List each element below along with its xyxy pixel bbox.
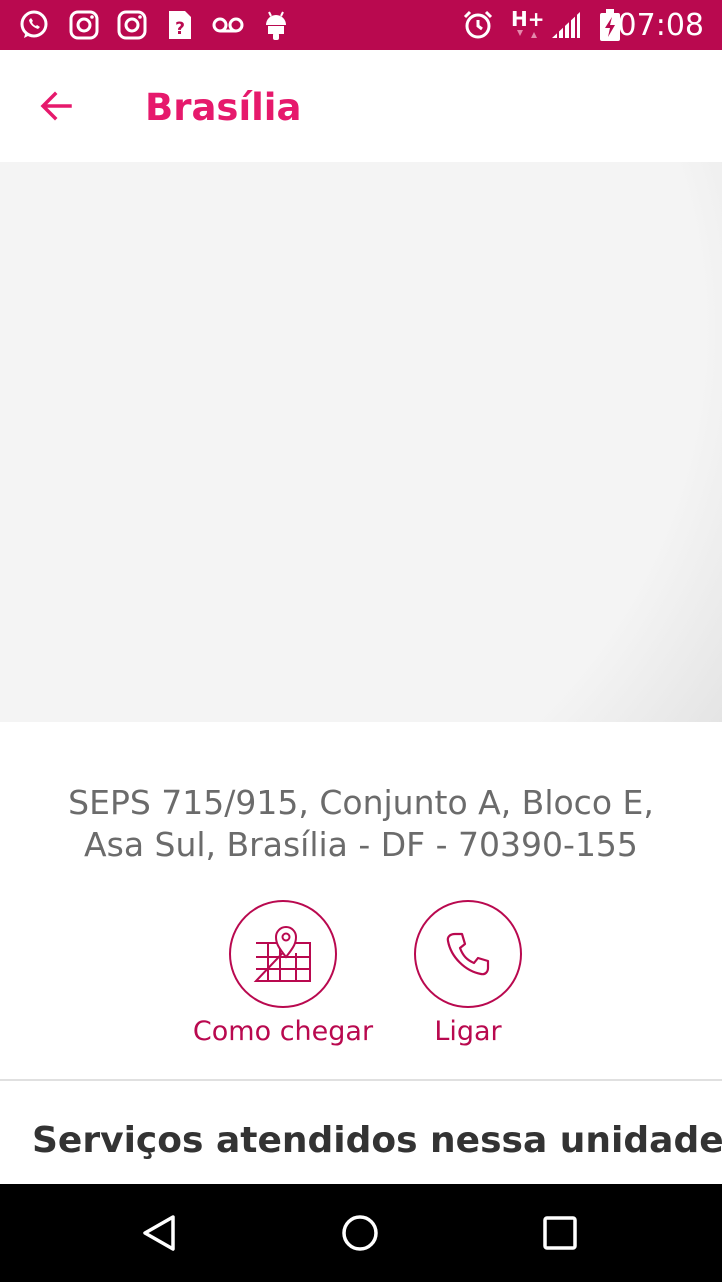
phone-icon [446, 932, 490, 976]
voicemail-icon [212, 9, 244, 41]
map-view[interactable] [0, 162, 722, 722]
signal-icon [550, 9, 582, 41]
sim-unknown-icon: ? [164, 9, 196, 41]
address-line-2: Asa Sul, Brasília - DF - 70390-155 [84, 825, 638, 864]
network-label: H+ [511, 8, 545, 31]
directions-circle [229, 900, 337, 1008]
arrow-back-icon [40, 91, 72, 121]
address-line-1: SEPS 715/915, Conjunto A, Bloco E, [68, 783, 654, 822]
status-bar: ? H+ 07:08 [0, 0, 722, 50]
call-button[interactable]: Ligar [398, 900, 538, 1047]
instagram-icon [116, 9, 148, 41]
recents-square-icon [543, 1216, 577, 1250]
alarm-icon [462, 9, 494, 41]
nav-home-button[interactable] [335, 1208, 385, 1258]
nav-recents-button[interactable] [535, 1208, 585, 1258]
services-section-title: Serviços atendidos nessa unidade [32, 1120, 722, 1161]
address: SEPS 715/915, Conjunto A, Bloco E, Asa S… [0, 782, 722, 866]
whatsapp-icon [18, 9, 50, 41]
home-circle-icon [342, 1215, 378, 1251]
instagram-icon [68, 9, 100, 41]
system-navigation-bar [0, 1184, 722, 1282]
page-title: Brasília [145, 86, 302, 129]
divider [0, 1079, 722, 1081]
svg-text:?: ? [175, 19, 185, 39]
call-label: Ligar [434, 1016, 502, 1047]
back-button[interactable] [28, 78, 84, 134]
nav-back-button[interactable] [134, 1208, 184, 1258]
directions-button[interactable]: Como chegar [178, 900, 388, 1047]
call-circle [414, 900, 522, 1008]
android-icon [260, 9, 292, 41]
app-bar: Brasília [0, 50, 722, 162]
status-time: 07:08 [617, 8, 704, 43]
directions-label: Como chegar [192, 1016, 374, 1047]
map-pin-icon [253, 926, 311, 982]
back-triangle-icon [143, 1215, 175, 1251]
network-hplus-icon: H+ [510, 8, 546, 41]
